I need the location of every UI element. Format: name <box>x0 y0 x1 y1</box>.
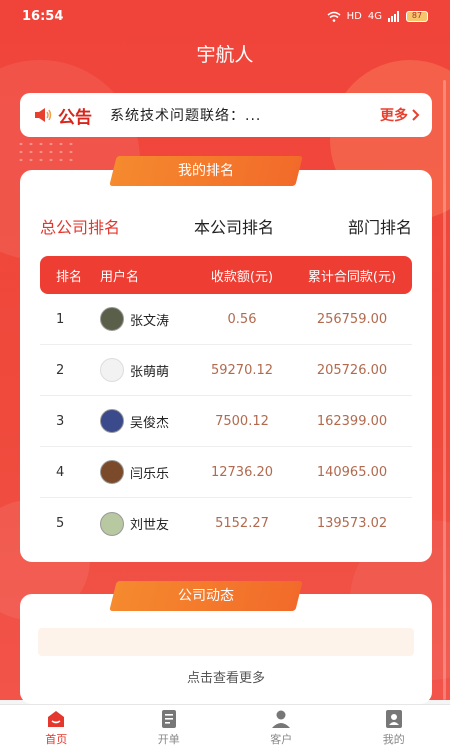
nav-order-label: 开单 <box>157 732 180 746</box>
home-icon <box>48 710 65 727</box>
notice-more-label: 更多 <box>380 108 408 124</box>
nav-home[interactable]: 首页 <box>0 705 113 750</box>
avatar <box>100 460 124 484</box>
customer-icon <box>272 710 291 728</box>
avatar <box>100 511 124 536</box>
row-username: 吴俊杰 <box>130 415 170 431</box>
nav-order[interactable]: 开单 <box>113 705 226 750</box>
row-user: 张萌萌 <box>100 358 192 382</box>
ranking-section-tag: 我的排名 <box>109 156 303 186</box>
col-header-amount: 收款额(元) <box>210 269 274 285</box>
row-total: 162399.00 <box>316 413 388 429</box>
profile-icon <box>385 709 402 728</box>
row-rank: 1 <box>56 311 65 327</box>
table-row[interactable]: 4 闫乐乐 12736.20 140965.00 <box>40 447 412 498</box>
battery-icon: 87 <box>406 10 428 22</box>
row-username: 闫乐乐 <box>130 466 170 482</box>
nav-customer-label: 客户 <box>270 732 293 746</box>
signal-icon <box>388 10 399 22</box>
row-rank: 2 <box>56 362 65 378</box>
status-time: 16:54 <box>22 8 64 24</box>
news-section-title: 公司动态 <box>178 588 234 604</box>
order-icon <box>161 709 176 728</box>
notice-tag: 公告 <box>58 107 92 128</box>
ranking-section-title: 我的排名 <box>178 163 234 179</box>
row-amount: 0.56 <box>227 311 257 327</box>
news-more-link[interactable]: 点击查看更多 <box>20 667 432 686</box>
ranking-table-body: 1 张文涛 0.56 256759.00 2 张萌萌 59270.12 2057… <box>40 294 412 549</box>
row-username: 张萌萌 <box>130 364 170 380</box>
row-amount: 12736.20 <box>210 464 274 480</box>
signal-label: 4G <box>367 10 382 22</box>
speaker-icon <box>35 108 52 122</box>
table-row[interactable]: 3 吴俊杰 7500.12 162399.00 <box>40 396 412 447</box>
avatar <box>100 409 124 433</box>
nav-profile[interactable]: 我的 <box>338 705 450 750</box>
nav-customer[interactable]: 客户 <box>225 705 338 750</box>
col-header-total: 累计合同款(元) <box>307 269 397 285</box>
decor-dots <box>16 140 76 164</box>
status-icons: HD 4G 87 <box>327 10 428 22</box>
tab-department[interactable]: 部门排名 <box>348 214 412 238</box>
page-title: 宇航人 <box>196 44 254 66</box>
col-header-user: 用户名 <box>100 269 140 285</box>
ranking-table-header: 排名 用户名 收款额(元) 累计合同款(元) <box>40 256 412 294</box>
scrollbar[interactable] <box>443 80 446 700</box>
avatar <box>100 307 124 331</box>
row-total: 139573.02 <box>316 516 388 531</box>
table-row[interactable]: 5 刘世友 5152.27 139573.02 <box>40 498 412 549</box>
row-amount: 7500.12 <box>215 413 269 429</box>
network-label: HD <box>346 10 362 22</box>
row-user: 刘世友 <box>100 511 192 536</box>
tab-company[interactable]: 本公司排名 <box>194 214 274 238</box>
nav-home-label: 首页 <box>45 732 68 746</box>
row-username: 刘世友 <box>130 518 170 533</box>
row-rank: 4 <box>56 464 65 480</box>
row-username: 张文涛 <box>130 313 170 329</box>
row-rank: 3 <box>56 413 65 429</box>
avatar <box>100 358 124 382</box>
row-user: 张文涛 <box>100 307 192 331</box>
notice-bar[interactable]: 公告 系统技术问题联络：... 更多 <box>20 93 432 137</box>
row-amount: 59270.12 <box>210 362 274 378</box>
news-section-tag: 公司动态 <box>109 581 303 611</box>
nav-profile-label: 我的 <box>382 732 405 746</box>
bottom-nav: 首页 开单 客户 我的 <box>0 704 450 750</box>
news-item[interactable] <box>38 628 414 656</box>
tab-head-office[interactable]: 总公司排名 <box>40 214 120 238</box>
status-bar: 16:54 HD 4G 87 <box>0 0 450 32</box>
notice-more-link[interactable]: 更多 <box>380 105 420 125</box>
col-header-rank: 排名 <box>56 269 83 285</box>
row-amount: 5152.27 <box>215 516 269 531</box>
table-row[interactable]: 1 张文涛 0.56 256759.00 <box>40 294 412 345</box>
row-user: 闫乐乐 <box>100 460 192 484</box>
ranking-tabs: 总公司排名 本公司排名 部门排名 <box>20 214 432 238</box>
chevron-right-icon <box>412 109 420 121</box>
wifi-icon <box>327 11 341 22</box>
notice-text[interactable]: 系统技术问题联络：... <box>110 105 261 125</box>
row-rank: 5 <box>56 516 65 531</box>
table-row[interactable]: 2 张萌萌 59270.12 205726.00 <box>40 345 412 396</box>
row-total: 256759.00 <box>316 311 388 327</box>
row-total: 205726.00 <box>316 362 388 378</box>
row-user: 吴俊杰 <box>100 409 192 433</box>
row-total: 140965.00 <box>316 464 388 480</box>
